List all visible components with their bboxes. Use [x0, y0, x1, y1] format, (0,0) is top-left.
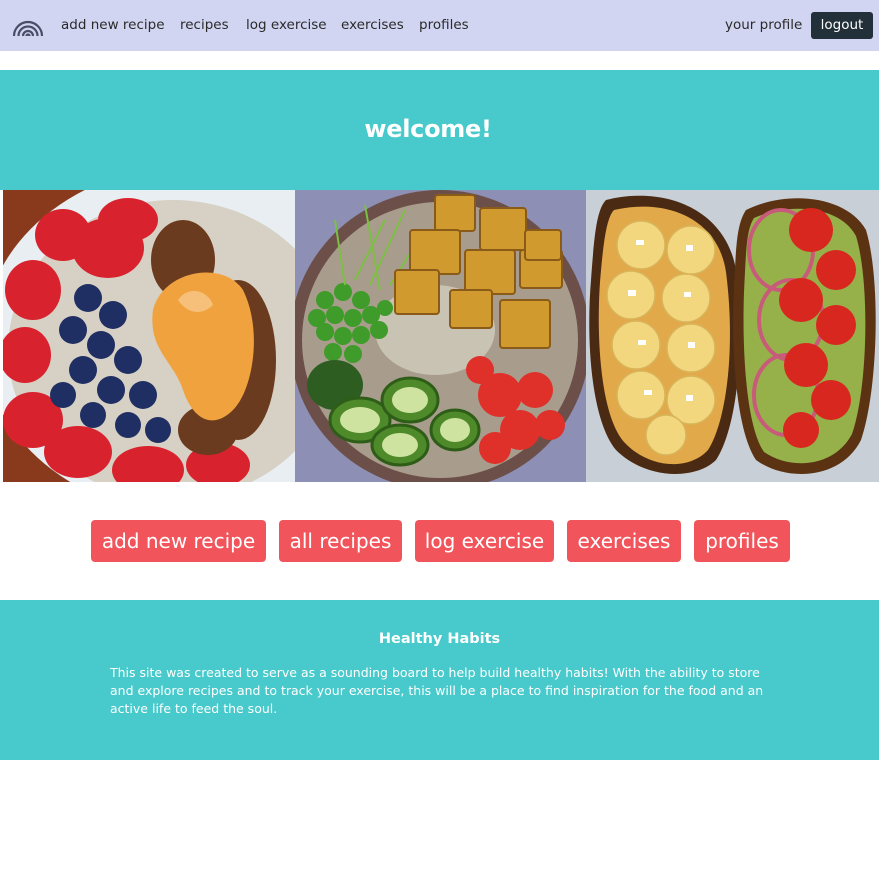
logout-button[interactable]: logout [811, 12, 873, 39]
action-buttons: add new recipe all recipes log exercise … [0, 520, 879, 562]
gallery-image-smoothie-bowl [3, 190, 295, 482]
nav-link-add-new-recipe[interactable]: add new recipe [61, 17, 165, 33]
exercises-button[interactable]: exercises [567, 520, 681, 562]
nav-link-profiles[interactable]: profiles [419, 17, 469, 33]
nav-link-exercises[interactable]: exercises [341, 17, 404, 33]
about-title: Healthy Habits [378, 631, 501, 647]
nav-link-log-exercise[interactable]: log exercise [246, 17, 327, 33]
about-section: Healthy Habits This site was created to … [0, 600, 879, 760]
nav-link-your-profile[interactable]: your profile [725, 17, 802, 33]
gallery-image-toasts [586, 190, 879, 482]
add-new-recipe-button[interactable]: add new recipe [91, 520, 266, 562]
profiles-button[interactable]: profiles [694, 520, 790, 562]
log-exercise-button[interactable]: log exercise [415, 520, 554, 562]
gallery-image-tofu-bowl [295, 190, 586, 482]
food-gallery [3, 190, 879, 482]
welcome-banner: welcome! [0, 70, 879, 190]
about-text: This site was created to serve as a soun… [110, 665, 764, 716]
navbar: add new recipe recipes log exercise exer… [0, 0, 879, 51]
all-recipes-button[interactable]: all recipes [279, 520, 402, 562]
rainbow-icon[interactable] [12, 11, 44, 37]
nav-link-recipes[interactable]: recipes [180, 17, 229, 33]
page-title: welcome! [364, 115, 492, 143]
